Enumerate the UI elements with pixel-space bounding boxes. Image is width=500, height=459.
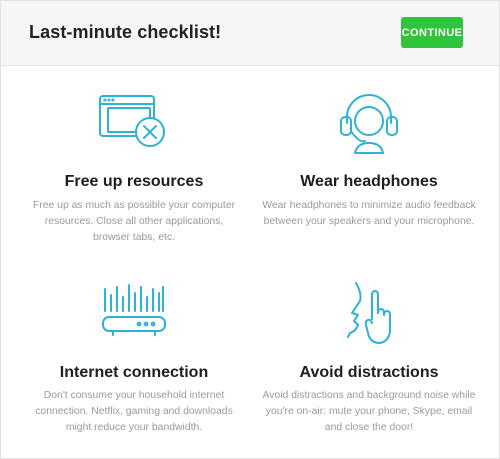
item-title: Free up resources — [64, 173, 204, 190]
item-description: Free up as much as possible your compute… — [32, 200, 236, 243]
shush-icon — [342, 279, 396, 347]
headphones-icon — [335, 87, 403, 155]
checklist-item-internet-connection: Internet connection Don't consume your h… — [19, 267, 249, 447]
item-title: Wear headphones — [300, 173, 438, 190]
item-title: Avoid distractions — [299, 364, 439, 381]
checklist-modal: Last-minute checklist! CONTINUE Free up … — [0, 0, 500, 459]
item-description: Don't consume your household internet co… — [35, 390, 233, 433]
checklist-item-wear-headphones: Wear headphones Wear headphones to minim… — [254, 65, 484, 245]
item-description: Avoid distractions and background noise … — [262, 390, 476, 433]
item-title: Internet connection — [59, 364, 209, 381]
item-description: Wear headphones to minimize audio feedba… — [262, 200, 476, 227]
page-title: Last-minute checklist! — [29, 22, 222, 42]
checklist-item-free-up-resources: Free up resources Free up as much as pos… — [19, 65, 249, 245]
continue-button[interactable]: CONTINUE — [401, 17, 463, 48]
browser-close-icon — [98, 92, 170, 150]
checklist-item-avoid-distractions: Avoid distractions Avoid distractions an… — [254, 267, 484, 447]
modal-header: Last-minute checklist! CONTINUE — [1, 1, 499, 66]
router-icon — [101, 281, 167, 337]
